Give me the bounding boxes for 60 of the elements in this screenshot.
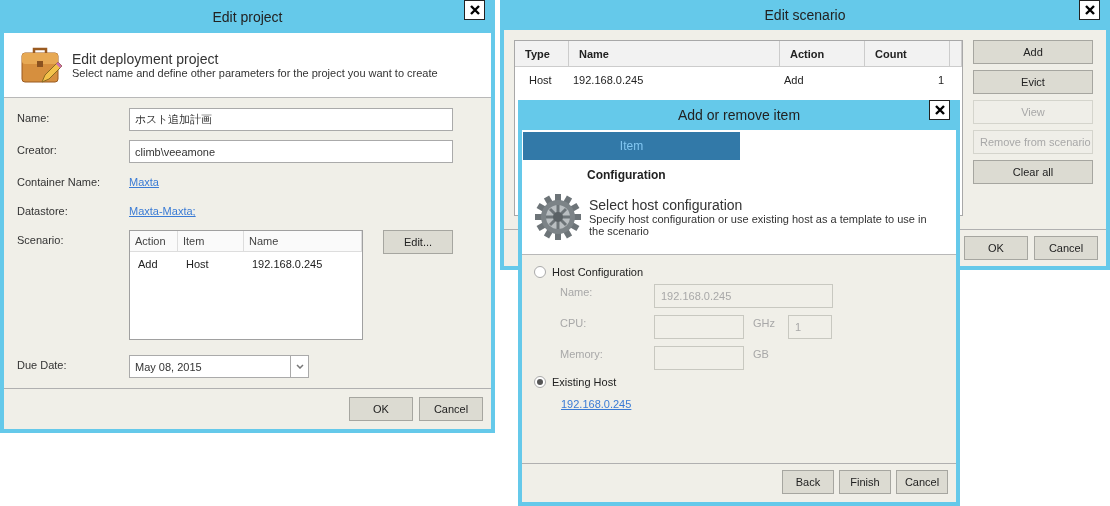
dialog-button[interactable]: OK bbox=[349, 397, 413, 421]
field-label: CPU: bbox=[560, 316, 588, 329]
dialog-button[interactable]: OK bbox=[964, 236, 1028, 260]
field-label: Memory: bbox=[560, 347, 604, 360]
table-cell-text: 192.168.0.245 bbox=[572, 73, 645, 86]
window-title: Add or remove item bbox=[677, 107, 801, 123]
column-header: Name bbox=[569, 41, 780, 66]
column-header: Name bbox=[244, 231, 362, 251]
link[interactable]: Maxta-Maxta; bbox=[129, 201, 196, 217]
unit-label: GB bbox=[753, 347, 770, 360]
window-title: Edit project bbox=[212, 8, 283, 25]
unit-label: GHz bbox=[753, 316, 776, 329]
dialog-button[interactable]: Cancel bbox=[896, 470, 948, 494]
chevron-down-icon bbox=[295, 364, 304, 369]
action-button[interactable]: Clear all bbox=[973, 160, 1093, 184]
window-title: Edit scenario bbox=[764, 7, 846, 23]
field-label: Datastore: bbox=[17, 204, 69, 217]
host-link[interactable]: 192.168.0.245 bbox=[561, 398, 632, 410]
field-label: Creator: bbox=[17, 143, 58, 156]
header-subtitle: Specify host configuration or use existing host as a template to use in the scenario bbox=[589, 213, 928, 237]
table-cell-text: Host bbox=[185, 258, 210, 270]
column-header: Action bbox=[780, 41, 865, 66]
column-header: Type bbox=[515, 41, 569, 66]
radio-indicator[interactable] bbox=[534, 376, 546, 388]
section-title: Configuration bbox=[587, 168, 667, 182]
dialog-button[interactable]: Cancel bbox=[419, 397, 483, 421]
gear-icon bbox=[535, 194, 581, 240]
dialog-button[interactable]: Finish bbox=[839, 470, 891, 494]
column-header: Item bbox=[178, 231, 244, 251]
close-icon bbox=[934, 105, 945, 115]
action-button[interactable]: Add bbox=[973, 40, 1093, 64]
header-title: Select host configuration bbox=[589, 197, 744, 213]
close-button[interactable] bbox=[1079, 0, 1100, 20]
field-label: Container Name: bbox=[17, 175, 102, 188]
table-cell-text: Add bbox=[783, 73, 805, 86]
close-button[interactable] bbox=[464, 0, 485, 20]
close-icon bbox=[1084, 5, 1095, 15]
close-icon bbox=[469, 5, 480, 15]
input-field[interactable]: climb\veeamone bbox=[129, 140, 453, 163]
close-button[interactable] bbox=[929, 100, 950, 120]
field-label: Due Date: bbox=[17, 358, 68, 371]
header-subtitle: Select name and define other parameters for the project you want to create bbox=[72, 67, 438, 79]
field-label: Name: bbox=[17, 111, 51, 124]
column-header: Action bbox=[130, 231, 178, 251]
edit-button[interactable]: Edit... bbox=[383, 230, 453, 254]
field-label: Scenario: bbox=[17, 233, 65, 246]
link[interactable]: Maxta bbox=[129, 172, 159, 188]
action-button[interactable]: Evict bbox=[973, 70, 1093, 94]
field-label: Name: bbox=[560, 285, 594, 298]
header-title: Edit deployment project bbox=[72, 51, 220, 67]
table-cell-text: Add bbox=[137, 258, 159, 270]
dialog-button[interactable]: Cancel bbox=[1034, 236, 1098, 260]
dialog-button[interactable]: Back bbox=[782, 470, 834, 494]
table-cell-text: 1 bbox=[936, 73, 945, 86]
input-field[interactable]: ホスト追加計画 bbox=[129, 108, 453, 131]
radio-button[interactable]: Existing Host bbox=[534, 376, 617, 388]
date-picker[interactable]: May 08, 2015 bbox=[129, 355, 309, 378]
table-cell-text: Host bbox=[528, 73, 553, 86]
table-cell-text: 192.168.0.245 bbox=[251, 258, 324, 270]
column-header: Count bbox=[865, 41, 950, 66]
